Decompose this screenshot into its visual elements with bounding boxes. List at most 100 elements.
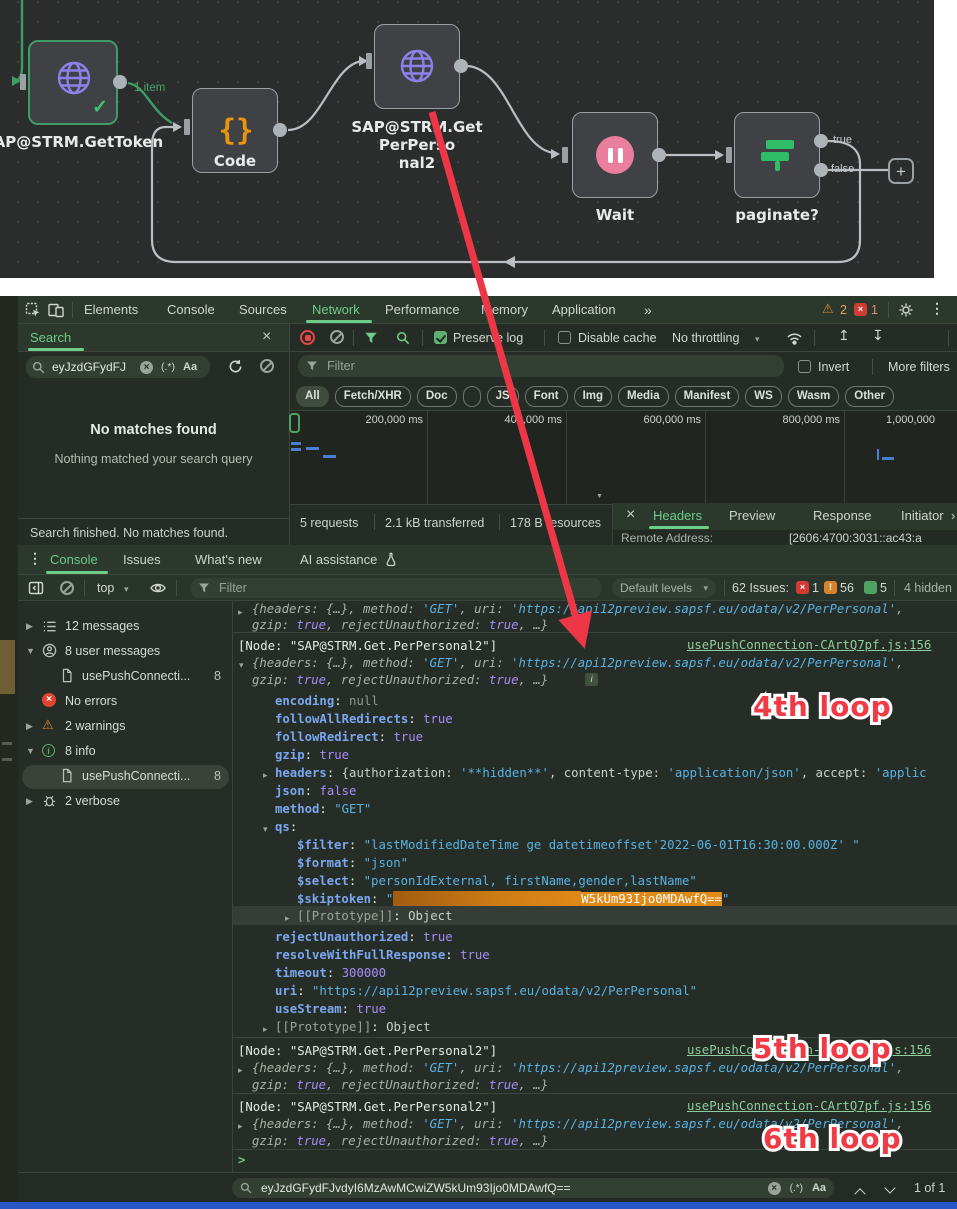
expand-icon[interactable]: ▸ <box>238 607 243 618</box>
node-get-token[interactable]: ✓ <box>28 40 118 125</box>
network-filter-input[interactable] <box>325 358 769 374</box>
expand-icon[interactable]: ▸ <box>263 770 268 781</box>
collapse-icon[interactable]: ▾ <box>263 824 268 835</box>
sidebar-item-info[interactable]: ▼ i 8 info <box>18 740 233 764</box>
warning-icon[interactable]: ⚠ <box>822 301 834 317</box>
clear-find-icon[interactable]: × <box>768 1182 781 1195</box>
chip-all[interactable]: All <box>296 386 329 407</box>
find-input-pill[interactable]: × (.*) Aa <box>232 1178 834 1198</box>
log-levels-select[interactable]: Default levels ▾ <box>612 578 716 598</box>
gear-icon[interactable] <box>898 302 914 318</box>
expand-icon[interactable]: ▸ <box>263 1024 268 1035</box>
preserve-log-label[interactable]: Preserve log <box>453 331 523 345</box>
issues-count-label[interactable]: 62 Issues: <box>732 581 789 595</box>
workflow-canvas[interactable]: ✓ SAP@STRM.GetToken {} Code SAP@STRM.Get… <box>0 0 934 278</box>
match-case-toggle[interactable]: Aa <box>812 1182 826 1194</box>
search-network-icon[interactable] <box>396 331 410 345</box>
console-prompt[interactable]: > <box>238 1152 245 1168</box>
chip-media[interactable]: Media <box>618 386 669 407</box>
tab-preview[interactable]: Preview <box>729 508 775 523</box>
invert-label[interactable]: Invert <box>818 360 849 374</box>
tab-response[interactable]: Response <box>813 508 872 523</box>
console-filter-pill[interactable] <box>190 578 602 598</box>
more-tabs-icon[interactable]: » <box>644 302 652 318</box>
chip-fetch-xhr[interactable]: Fetch/XHR <box>335 386 411 407</box>
sidebar-item-all-messages[interactable]: ▶ 12 messages <box>18 615 233 639</box>
warning-count[interactable]: 2 <box>840 303 847 317</box>
source-link[interactable]: usePushConnection-CArtQ7pf.js:156 <box>687 638 931 652</box>
sidebar-item-info-file-selected[interactable]: usePushConnecti... 8 <box>22 765 229 789</box>
chip-js[interactable]: JS <box>487 386 519 407</box>
chip-font[interactable]: Font <box>525 386 568 407</box>
close-icon[interactable]: × <box>626 508 635 522</box>
sidebar-item-user-file[interactable]: usePushConnecti... 8 <box>18 665 233 689</box>
overview-handle[interactable] <box>289 413 300 433</box>
tab-sources[interactable]: Sources <box>239 302 287 317</box>
clear-console-icon[interactable] <box>60 581 74 595</box>
expand-icon[interactable]: ▸ <box>238 1121 243 1132</box>
find-input[interactable] <box>259 1180 756 1196</box>
console-sidebar-toggle-icon[interactable] <box>28 580 44 596</box>
expander-icon[interactable]: ▶ <box>26 796 33 807</box>
previous-match-icon[interactable] <box>856 1184 864 1198</box>
regex-toggle[interactable]: (.*) <box>161 361 175 373</box>
search-input-pill[interactable]: × (.*) Aa <box>26 356 210 378</box>
resize-grip-icon[interactable]: ▼ <box>596 493 603 500</box>
sidebar-item-verbose[interactable]: ▶ 2 verbose <box>18 790 233 814</box>
console-filter-input[interactable] <box>217 580 581 596</box>
chip-wasm[interactable]: Wasm <box>788 386 839 407</box>
tab-elements[interactable]: Elements <box>84 302 138 317</box>
chevron-down-icon[interactable]: ▾ <box>124 584 129 595</box>
chip-css[interactable] <box>463 386 481 407</box>
sidebar-item-errors[interactable]: × No errors <box>18 690 233 714</box>
chip-manifest[interactable]: Manifest <box>675 386 740 407</box>
drawer-tab-issues[interactable]: Issues <box>123 552 161 567</box>
source-link[interactable]: usePushConnection-CArtQ7pf.js:156 <box>687 1099 931 1113</box>
clear-network-log-icon[interactable] <box>330 330 344 344</box>
tab-headers[interactable]: Headers <box>653 508 702 523</box>
expander-icon[interactable]: ▶ <box>26 721 33 732</box>
preserve-log-checkbox[interactable] <box>434 331 447 344</box>
collapse-icon[interactable]: ▾ <box>239 660 244 671</box>
search-panel-title[interactable]: Search <box>30 330 71 345</box>
network-overview-timeline[interactable]: 200,000 ms 400,000 ms 600,000 ms 800,000… <box>290 410 957 505</box>
info-hint-icon[interactable]: i <box>585 673 598 686</box>
expand-icon[interactable]: ▸ <box>238 1065 243 1076</box>
disable-cache-label[interactable]: Disable cache <box>578 331 657 345</box>
chip-doc[interactable]: Doc <box>417 386 457 407</box>
expander-icon[interactable]: ▼ <box>26 746 35 756</box>
expander-icon[interactable]: ▼ <box>26 646 35 656</box>
clear-search-icon[interactable]: × <box>140 361 153 374</box>
error-count[interactable]: 1 <box>871 303 878 317</box>
node-get-perpersonal2[interactable] <box>374 24 460 109</box>
match-case-toggle[interactable]: Aa <box>183 361 197 373</box>
chevron-down-icon[interactable]: ▾ <box>755 334 760 345</box>
clear-results-icon[interactable] <box>260 359 274 373</box>
tab-network[interactable]: Network <box>312 302 360 317</box>
tab-memory[interactable]: Memory <box>481 302 528 317</box>
hidden-count[interactable]: 4 hidden <box>904 581 952 595</box>
sidebar-item-user-messages[interactable]: ▼ 8 user messages <box>18 640 233 664</box>
node-paginate[interactable] <box>734 112 820 198</box>
search-input[interactable] <box>50 359 140 375</box>
expander-icon[interactable]: ▶ <box>26 621 33 632</box>
regex-toggle[interactable]: (.*) <box>790 1183 803 1194</box>
filter-funnel-icon[interactable] <box>364 331 378 345</box>
eye-icon[interactable] <box>150 581 166 595</box>
error-badge-icon[interactable]: × <box>854 303 867 316</box>
drawer-tab-whats-new[interactable]: What's new <box>195 552 262 567</box>
expand-icon[interactable]: ▸ <box>285 913 290 924</box>
refresh-icon[interactable] <box>228 359 243 374</box>
tab-console[interactable]: Console <box>167 302 215 317</box>
tab-application[interactable]: Application <box>552 302 616 317</box>
more-detail-tabs-icon[interactable]: › <box>951 508 955 523</box>
chip-img[interactable]: Img <box>574 386 612 407</box>
node-wait[interactable] <box>572 112 658 198</box>
export-har-icon[interactable]: ↧ <box>872 328 884 344</box>
tab-performance[interactable]: Performance <box>385 302 459 317</box>
network-conditions-icon[interactable] <box>786 330 803 346</box>
sidebar-item-warnings[interactable]: ▶ ⚠ 2 warnings <box>18 715 233 739</box>
device-toolbar-icon[interactable] <box>48 302 64 318</box>
tab-initiator[interactable]: Initiator <box>901 508 944 523</box>
network-filter-pill[interactable] <box>298 355 784 377</box>
